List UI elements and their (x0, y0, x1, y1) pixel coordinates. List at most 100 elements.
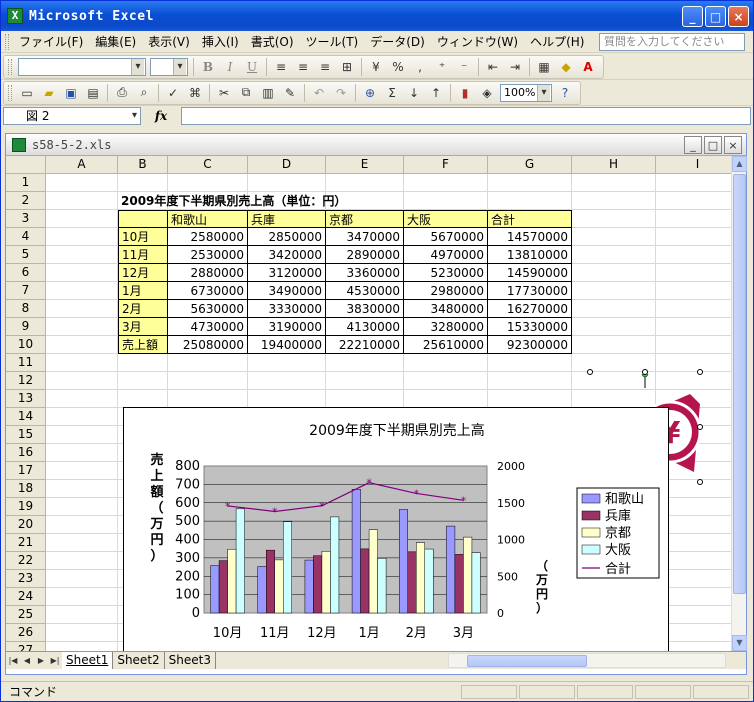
font-size-select[interactable] (150, 57, 188, 76)
wb-maximize-button[interactable]: □ (704, 136, 722, 154)
table-cell[interactable]: 3490000 (248, 282, 326, 300)
research-icon[interactable]: ⌘ (184, 83, 206, 103)
vertical-scroll-thumb[interactable] (733, 174, 746, 594)
menu-tools[interactable]: ツール(T) (300, 31, 365, 52)
last-sheet-icon[interactable]: ▶| (48, 656, 62, 665)
chart-wizard-icon[interactable]: ▮ (454, 83, 476, 103)
wb-close-button[interactable]: × (724, 136, 742, 154)
row-header-17[interactable]: 17 (6, 462, 46, 480)
table-cell[interactable]: 2880000 (168, 264, 248, 282)
row-header-19[interactable]: 19 (6, 498, 46, 516)
row-header-25[interactable]: 25 (6, 606, 46, 624)
selection-handle[interactable] (642, 369, 648, 375)
tab-sheet1[interactable]: Sheet1 (62, 652, 114, 669)
zoom-select[interactable]: 100% (500, 83, 552, 102)
menu-window[interactable]: ウィンドウ(W) (431, 31, 524, 52)
fill-color-icon[interactable]: ◆ (555, 57, 577, 77)
table-cell[interactable]: 14590000 (488, 264, 572, 282)
close-button[interactable]: × (728, 6, 749, 27)
merge-center-icon[interactable]: ⊞ (336, 57, 358, 77)
align-center-icon[interactable]: ≡ (292, 57, 314, 77)
print-icon[interactable]: ⎙ (111, 83, 133, 103)
row-header-18[interactable]: 18 (6, 480, 46, 498)
table-cell[interactable]: 5630000 (168, 300, 248, 318)
row-label-cell[interactable]: 12月 (118, 264, 168, 282)
table-cell[interactable]: 4730000 (168, 318, 248, 336)
formula-input[interactable] (181, 107, 751, 125)
row-header-24[interactable]: 24 (6, 588, 46, 606)
table-cell[interactable]: 92300000 (488, 336, 572, 354)
table-cell[interactable]: 5670000 (404, 228, 488, 246)
table-cell[interactable]: 4530000 (326, 282, 404, 300)
table-cell[interactable]: 5230000 (404, 264, 488, 282)
row-header-21[interactable]: 21 (6, 534, 46, 552)
wb-minimize-button[interactable]: _ (684, 136, 702, 154)
selection-handle[interactable] (587, 369, 593, 375)
row-header-9[interactable]: 9 (6, 318, 46, 336)
row-header-14[interactable]: 14 (6, 408, 46, 426)
save-icon[interactable]: ▣ (60, 83, 82, 103)
table-cell[interactable]: 3420000 (248, 246, 326, 264)
table-cell[interactable]: 3360000 (326, 264, 404, 282)
currency-icon[interactable]: ¥ (365, 57, 387, 77)
table-cell[interactable]: 14570000 (488, 228, 572, 246)
row-header-6[interactable]: 6 (6, 264, 46, 282)
column-header-c[interactable]: C (168, 156, 248, 174)
tab-sheet3[interactable]: Sheet3 (165, 652, 216, 669)
row-header-5[interactable]: 5 (6, 246, 46, 264)
spelling-icon[interactable]: ✓ (162, 83, 184, 103)
table-cell[interactable]: 16270000 (488, 300, 572, 318)
redo-icon[interactable]: ↷ (330, 83, 352, 103)
row-header-12[interactable]: 12 (6, 372, 46, 390)
column-header-a[interactable]: A (46, 156, 118, 174)
table-cell[interactable]: 6730000 (168, 282, 248, 300)
row-label-cell[interactable]: 11月 (118, 246, 168, 264)
table-cell[interactable]: 2580000 (168, 228, 248, 246)
horizontal-scroll-thumb[interactable] (467, 655, 587, 667)
row-label-cell[interactable]: 10月 (118, 228, 168, 246)
menu-edit[interactable]: 編集(E) (89, 31, 142, 52)
selection-handle[interactable] (697, 424, 703, 430)
table-header-cell[interactable]: 大阪 (404, 210, 488, 228)
undo-icon[interactable]: ↶ (308, 83, 330, 103)
menu-format[interactable]: 書式(O) (245, 31, 300, 52)
align-left-icon[interactable]: ≡ (270, 57, 292, 77)
table-cell[interactable]: 22210000 (326, 336, 404, 354)
menu-help[interactable]: ヘルプ(H) (524, 31, 590, 52)
minimize-button[interactable]: _ (682, 6, 703, 27)
table-cell[interactable]: 15330000 (488, 318, 572, 336)
row-header-11[interactable]: 11 (6, 354, 46, 372)
cut-icon[interactable]: ✂ (213, 83, 235, 103)
underline-button[interactable]: U (241, 57, 263, 77)
font-name-select[interactable] (18, 57, 146, 76)
print-preview-icon[interactable]: ⌕ (133, 83, 155, 103)
column-header-e[interactable]: E (326, 156, 404, 174)
toolbar-grip-2[interactable] (8, 84, 12, 101)
column-header-b[interactable]: B (118, 156, 168, 174)
table-cell[interactable]: 3190000 (248, 318, 326, 336)
format-painter-icon[interactable]: ✎ (279, 83, 301, 103)
row-header-8[interactable]: 8 (6, 300, 46, 318)
spreadsheet-grid[interactable]: A B C D E F G H I 1 2 3 4 5 6 7 8 9 10 11 12 13 14 15 16 17 18 19 20… (6, 156, 731, 651)
font-color-icon[interactable]: A (577, 57, 599, 77)
row-label-cell[interactable]: 2月 (118, 300, 168, 318)
table-cell[interactable]: 3480000 (404, 300, 488, 318)
new-icon[interactable]: ▭ (16, 83, 38, 103)
table-header-cell[interactable]: 合計 (488, 210, 572, 228)
row-header-4[interactable]: 4 (6, 228, 46, 246)
row-header-1[interactable]: 1 (6, 174, 46, 192)
menu-data[interactable]: データ(D) (364, 31, 431, 52)
row-header-26[interactable]: 26 (6, 624, 46, 642)
table-cell[interactable]: 19400000 (248, 336, 326, 354)
selection-handle[interactable] (697, 369, 703, 375)
bold-button[interactable]: B (197, 57, 219, 77)
table-cell[interactable]: 25610000 (404, 336, 488, 354)
table-cell[interactable]: 4130000 (326, 318, 404, 336)
increase-decimal-icon[interactable]: ⁺ (431, 57, 453, 77)
name-box[interactable]: 図 2 (3, 107, 141, 125)
table-cell[interactable]: 3830000 (326, 300, 404, 318)
row-header-27[interactable]: 27 (6, 642, 46, 651)
table-header-cell[interactable] (118, 210, 168, 228)
table-cell[interactable]: 4970000 (404, 246, 488, 264)
table-cell[interactable]: 13810000 (488, 246, 572, 264)
